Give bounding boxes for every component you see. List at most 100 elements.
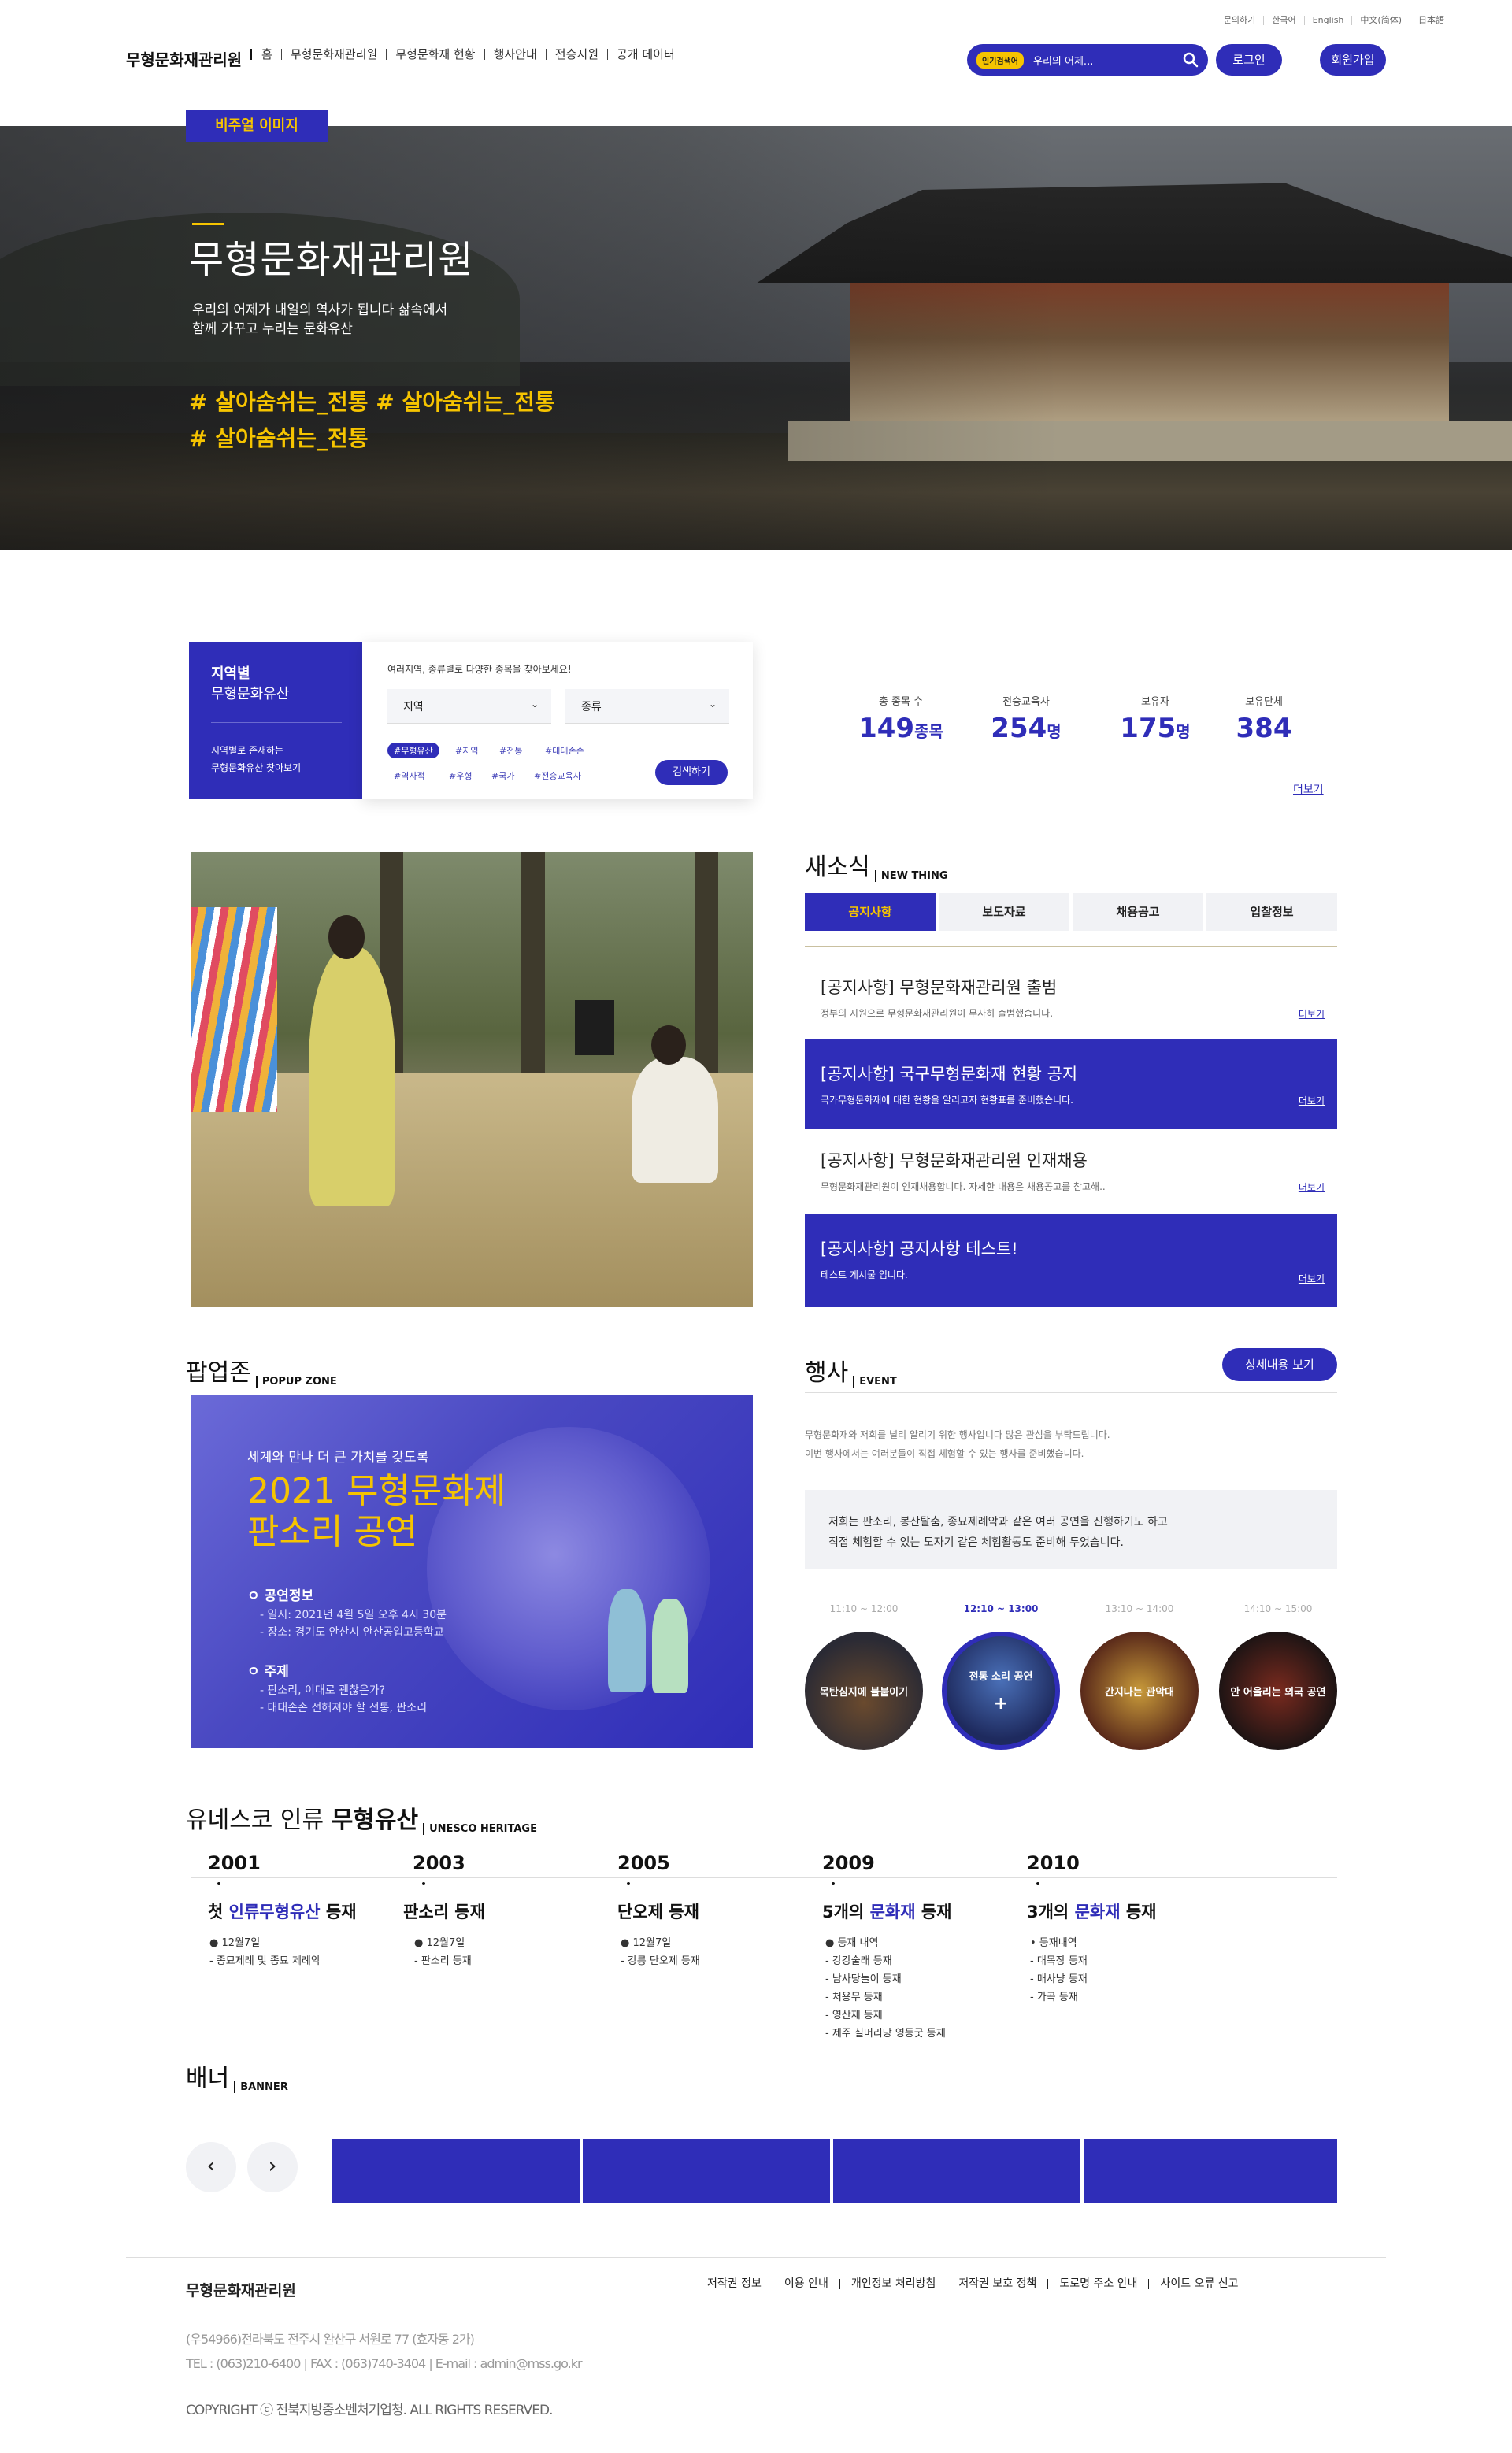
news-item-title: [공지사항] 무형문화재관리원 출범 — [821, 978, 1058, 997]
divider — [805, 946, 1337, 947]
banner-next-button[interactable]: › — [247, 2142, 298, 2192]
timeline-year: 2005 — [617, 1852, 670, 1874]
event-slot-label: 전통 소리 공연 — [969, 1671, 1033, 1683]
timeline-dot — [422, 1882, 425, 1885]
type-select[interactable]: 종류 ⌄ — [565, 689, 729, 724]
stat-holder: 보유자 175명 — [1112, 693, 1199, 744]
popup-title-en: POPUP ZONE — [255, 1376, 337, 1388]
timeline-dot — [627, 1882, 630, 1885]
search-bar[interactable]: 인기검색어 우리의 어제... — [967, 44, 1208, 76]
chip-historic[interactable]: #역사적 — [387, 768, 432, 784]
region-heritage-card[interactable]: 지역별 무형문화유산 지역별로 존재하는 무형문화유산 찾아보기 — [189, 642, 362, 799]
region-select-value: 지역 — [403, 701, 424, 713]
event-detail-button[interactable]: 상세내용 보기 — [1222, 1348, 1337, 1381]
tab-notice[interactable]: 공지사항 — [805, 893, 936, 931]
util-link-chinese[interactable]: 中文(简体) — [1351, 16, 1410, 25]
banner-slot[interactable] — [583, 2139, 830, 2203]
timeline-title: 판소리 등재 — [403, 1903, 485, 1921]
news-item-desc: 테스트 게시물 입니다. — [821, 1269, 908, 1280]
util-link-inquiry[interactable]: 문의하기 — [1216, 16, 1263, 25]
chip-tangible[interactable]: #우형 — [443, 768, 478, 784]
news-item-title: [공지사항] 국구무형문화재 현황 공지 — [821, 1065, 1078, 1084]
filter-panel: 여러지역, 종류별로 다양한 종목을 찾아보세요! 지역 ⌄ 종류 ⌄ #무형유산 … — [362, 642, 753, 799]
news-item-more[interactable]: 더보기 — [1299, 1007, 1325, 1021]
search-icon[interactable] — [1183, 52, 1199, 68]
event-heading: 행사 EVENT — [805, 1353, 897, 1388]
hashtag-line: # 살아숨쉬는_전통 # 살아숨쉬는_전통 — [189, 389, 555, 415]
nav-item-home[interactable]: 홈 — [250, 49, 281, 61]
filter-hint: 여러지역, 종류별로 다양한 종목을 찾아보세요! — [387, 664, 572, 675]
util-link-english[interactable]: English — [1303, 16, 1352, 25]
chip-generations[interactable]: #대대손손 — [539, 743, 591, 758]
stat-value: 175명 — [1120, 713, 1191, 744]
timeline-year: 2010 — [1027, 1852, 1080, 1874]
banner-title-en: BANNER — [234, 2081, 288, 2093]
banner-prev-button[interactable]: ‹ — [186, 2142, 236, 2192]
util-link-korean[interactable]: 한국어 — [1263, 16, 1303, 25]
news-item[interactable]: [공지사항] 공지사항 테스트! 테스트 게시물 입니다. 더보기 — [805, 1214, 1337, 1307]
footer-link-address[interactable]: 도로명 주소 안내 — [1047, 2278, 1148, 2289]
chevron-down-icon: ⌄ — [530, 698, 539, 710]
tab-recruit[interactable]: 채용공고 — [1073, 893, 1203, 931]
login-button[interactable]: 로그인 — [1216, 44, 1282, 76]
event-time: 12:10 ~ 13:00 — [963, 1603, 1039, 1614]
nav-item-about[interactable]: 무형문화재관리원 — [280, 49, 386, 61]
popup-tagline: 세계와 만나 더 큰 가치를 갖도록 — [247, 1450, 429, 1466]
event-desc: 무형문화재와 저희를 널리 알리기 위한 행사입니다 많은 관심을 부탁드립니다… — [805, 1429, 1110, 1459]
nav-item-support[interactable]: 전승지원 — [545, 49, 607, 61]
footer-link-report[interactable]: 사이트 오류 신고 — [1148, 2278, 1249, 2289]
site-logo[interactable]: 무형문화재관리원 — [126, 47, 242, 70]
utility-links: 문의하기 한국어 English 中文(简体) 日本語 — [1216, 16, 1452, 25]
signup-button[interactable]: 회원가입 — [1320, 44, 1386, 76]
tab-bid[interactable]: 입찰정보 — [1206, 893, 1337, 931]
nav-item-data[interactable]: 공개 데이터 — [607, 49, 684, 61]
banner-slot[interactable] — [332, 2139, 580, 2203]
footer-link-privacy[interactable]: 개인정보 처리방침 — [839, 2278, 947, 2289]
banner-slot[interactable] — [833, 2139, 1080, 2203]
news-item-more[interactable]: 더보기 — [1299, 1272, 1325, 1285]
event-slot-active[interactable]: 전통 소리 공연 + — [942, 1632, 1060, 1750]
banner-slot[interactable] — [1084, 2139, 1337, 2203]
page: 문의하기 한국어 English 中文(简体) 日本語 무형문화재관리원 홈 무… — [0, 0, 1512, 2453]
stat-value: 384 — [1236, 713, 1292, 744]
chip-instructor[interactable]: #전승교육사 — [528, 768, 587, 784]
tab-press[interactable]: 보도자료 — [939, 893, 1069, 931]
nav-item-status[interactable]: 무형문화재 현황 — [386, 49, 484, 61]
news-item[interactable]: [공지사항] 무형문화재관리원 인재채용 무형문화재관리원이 인재채용합니다. … — [805, 1126, 1337, 1216]
popup-title: 팝업존 — [186, 1359, 251, 1387]
nav-item-events[interactable]: 행사안내 — [484, 49, 546, 61]
hero-subtitle-line: 함께 가꾸고 누리는 문화유산 — [192, 321, 353, 337]
stat-label: 보유자 — [1141, 696, 1169, 708]
popup-theme-title: ㅇ 주제 — [247, 1664, 289, 1680]
search-input[interactable]: 우리의 어제... — [1033, 53, 1183, 68]
popup-theme: - 판소리, 이대로 괜찮은가? - 대대손손 전해져야 할 전통, 판소리 — [260, 1684, 428, 1714]
stat-label: 전승교육사 — [1002, 696, 1050, 708]
chip-region[interactable]: #지역 — [449, 743, 484, 758]
news-item[interactable]: [공지사항] 무형문화재관리원 출범 정부의 지원으로 무형문화재관리원이 무사… — [805, 953, 1337, 1043]
timeline-year: 2003 — [413, 1852, 465, 1874]
news-item[interactable]: [공지사항] 국구무형문화재 현황 공지 국가무형문화재에 대한 현황을 알리고… — [805, 1039, 1337, 1129]
chip-national[interactable]: #국가 — [485, 768, 521, 784]
event-slot[interactable]: 목탄심지에 불붙이기 — [805, 1632, 923, 1750]
news-item-more[interactable]: 더보기 — [1299, 1180, 1325, 1194]
region-select[interactable]: 지역 ⌄ — [387, 689, 551, 724]
filter-search-button[interactable]: 검색하기 — [655, 760, 728, 785]
stat-label: 총 종목 수 — [878, 696, 924, 708]
stat-value: 254명 — [991, 713, 1062, 744]
chip-heritage[interactable]: #무형유산 — [387, 743, 439, 758]
popup-banner[interactable]: 세계와 만나 더 큰 가치를 갖도록 2021 무형문화제 판소리 공연 ㅇ 공… — [191, 1395, 753, 1748]
footer-link-copyright[interactable]: 저작권 정보 — [696, 2278, 773, 2289]
stats-more-link[interactable]: 더보기 — [1293, 781, 1324, 797]
chip-tradition[interactable]: #전통 — [493, 743, 528, 758]
news-item-desc: 정부의 지원으로 무형문화재관리원이 무사히 출범했습니다. — [821, 1008, 1054, 1019]
util-link-japanese[interactable]: 日本語 — [1410, 16, 1452, 25]
footer-link-protection[interactable]: 저작권 보호 정책 — [947, 2278, 1047, 2289]
news-tabs: 공지사항 보도자료 채용공고 입찰정보 — [805, 893, 1337, 931]
footer-link-terms[interactable]: 이용 안내 — [772, 2278, 839, 2289]
news-item-title: [공지사항] 공지사항 테스트! — [821, 1239, 1018, 1258]
news-item-more[interactable]: 더보기 — [1299, 1094, 1325, 1107]
event-slot[interactable]: 간지나는 관악대 — [1080, 1632, 1199, 1750]
event-slot-label: 간지나는 관악대 — [1104, 1686, 1175, 1699]
event-slot[interactable]: 안 어울리는 외국 공연 — [1219, 1632, 1337, 1750]
footer-copyright: COPYRIGHT ⓒ 전북지방중소벤처기업청. ALL RIGHTS RESE… — [186, 2403, 554, 2418]
